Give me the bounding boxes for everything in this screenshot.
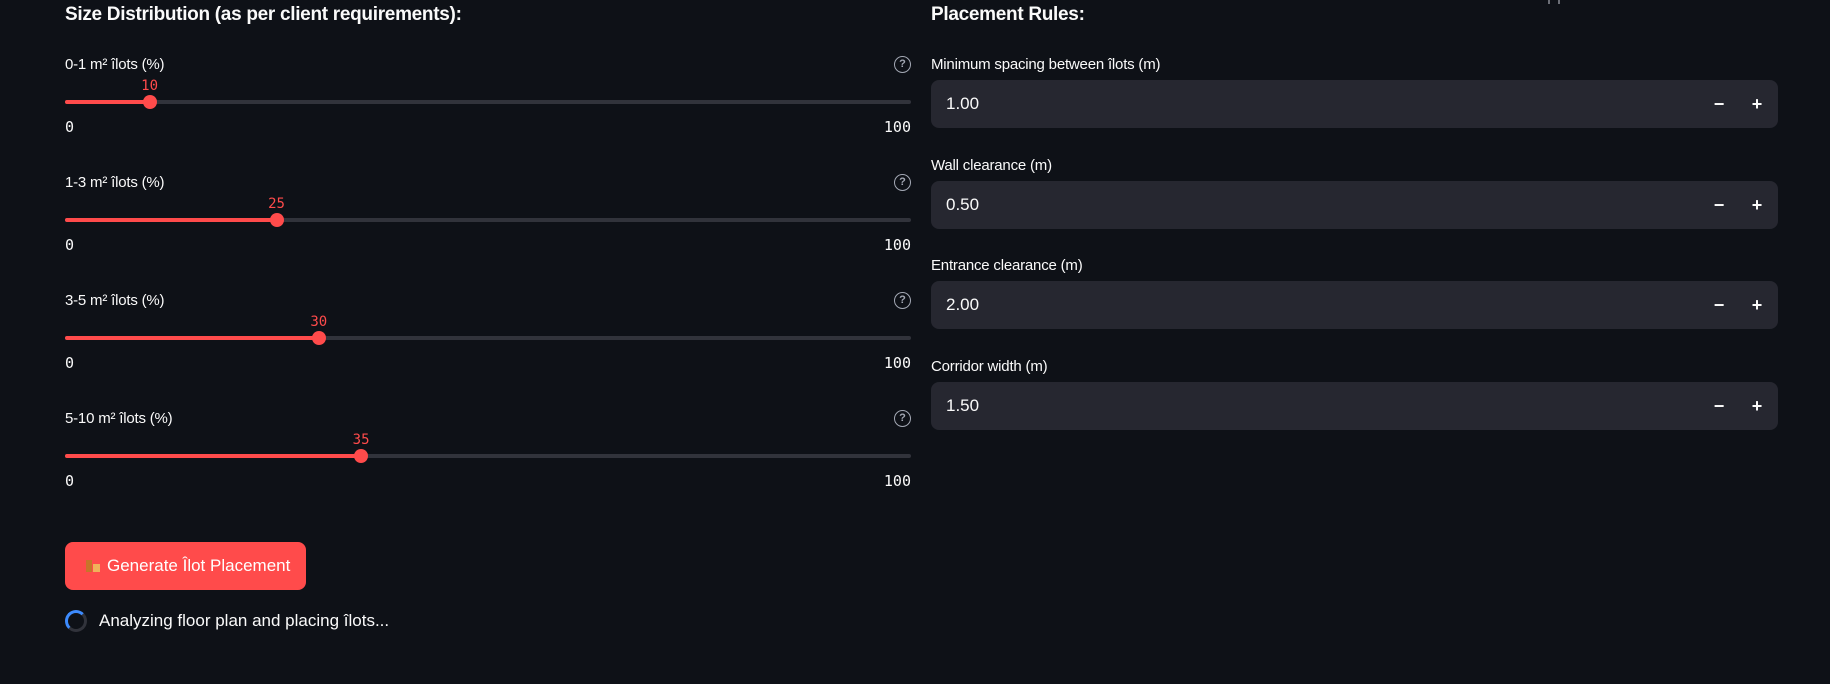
slider-value: 25	[268, 196, 285, 212]
minus-icon[interactable]: −	[1700, 80, 1738, 128]
slider-thumb[interactable]	[354, 449, 369, 463]
building-blocks-icon	[85, 558, 101, 574]
slider-value: 10	[141, 78, 159, 94]
slider-max-label: 100	[883, 236, 911, 254]
slider-track[interactable]	[65, 331, 911, 345]
slider-min-label: 0	[65, 472, 75, 490]
slider-label: 5-10 m² îlots (%)	[65, 410, 173, 427]
slider-max-label: 100	[883, 354, 911, 372]
slider-fill	[65, 100, 150, 104]
slider-thumb[interactable]	[269, 213, 284, 227]
input-label: Wall clearance (m)	[931, 157, 1052, 174]
slider-0-1: 0-1 m² îlots (%) ? 10 0 100	[65, 56, 911, 174]
slider-fill	[65, 454, 362, 458]
slider-label: 0-1 m² îlots (%)	[65, 56, 165, 73]
input-label: Entrance clearance (m)	[931, 257, 1083, 274]
minus-icon[interactable]: −	[1700, 181, 1738, 229]
question-circle-icon[interactable]: ?	[894, 174, 911, 191]
slider-3-5: 3-5 m² îlots (%) ? 30 0 100	[65, 292, 911, 410]
status-text: Analyzing floor plan and placing îlots..…	[99, 611, 390, 630]
plus-icon[interactable]: +	[1738, 181, 1776, 229]
generate-button-label: Generate Îlot Placement	[107, 556, 291, 575]
status-row: Analyzing floor plan and placing îlots..…	[65, 610, 389, 632]
size-distribution-title: Size Distribution (as per client require…	[65, 4, 462, 25]
slider-min-label: 0	[65, 236, 75, 254]
slider-1-3: 1-3 m² îlots (%) ? 25 0 100	[65, 174, 911, 292]
input-value[interactable]: 1.50	[946, 382, 979, 430]
input-value[interactable]: 1.00	[946, 80, 979, 128]
minus-icon[interactable]: −	[1700, 281, 1738, 329]
input-value[interactable]: 2.00	[946, 281, 979, 329]
slider-value: 30	[310, 314, 328, 330]
slider-max-label: 100	[883, 472, 911, 490]
slider-thumb[interactable]	[311, 331, 326, 345]
slider-min-label: 0	[65, 118, 75, 136]
slider-track[interactable]	[65, 213, 911, 227]
input-label: Minimum spacing between îlots (m)	[931, 56, 1161, 73]
plus-icon[interactable]: +	[1738, 382, 1776, 430]
wall-clearance-input[interactable]: 0.50 − +	[931, 181, 1778, 229]
slider-fill	[65, 218, 277, 222]
plus-icon[interactable]: +	[1738, 80, 1776, 128]
minus-icon[interactable]: −	[1700, 382, 1738, 430]
slider-thumb[interactable]	[142, 95, 157, 109]
question-circle-icon[interactable]: ?	[894, 292, 911, 309]
slider-fill	[65, 336, 319, 340]
slider-min-label: 0	[65, 354, 75, 372]
slider-track[interactable]	[65, 449, 911, 463]
slider-5-10: 5-10 m² îlots (%) ? 35 0 100	[65, 410, 911, 528]
app-page: Size Distribution (as per client require…	[0, 0, 1830, 684]
spinner-icon	[65, 610, 87, 632]
slider-label: 1-3 m² îlots (%)	[65, 174, 165, 191]
input-label: Corridor width (m)	[931, 358, 1048, 375]
corridor-width-input[interactable]: 1.50 − +	[931, 382, 1778, 430]
entrance-clearance-input[interactable]: 2.00 − +	[931, 281, 1778, 329]
question-circle-icon[interactable]: ?	[894, 56, 911, 73]
slider-value: 35	[352, 432, 370, 448]
min-spacing-input[interactable]: 1.00 − +	[931, 80, 1778, 128]
slider-max-label: 100	[883, 118, 911, 136]
toolbar-glyph-icon	[1548, 0, 1560, 4]
question-circle-icon[interactable]: ?	[894, 410, 911, 427]
placement-rules-title: Placement Rules:	[931, 4, 1085, 25]
slider-label: 3-5 m² îlots (%)	[65, 292, 165, 309]
slider-track[interactable]	[65, 95, 911, 109]
generate-placement-button[interactable]: Generate Îlot Placement	[65, 542, 307, 590]
input-value[interactable]: 0.50	[946, 181, 979, 229]
plus-icon[interactable]: +	[1738, 281, 1776, 329]
